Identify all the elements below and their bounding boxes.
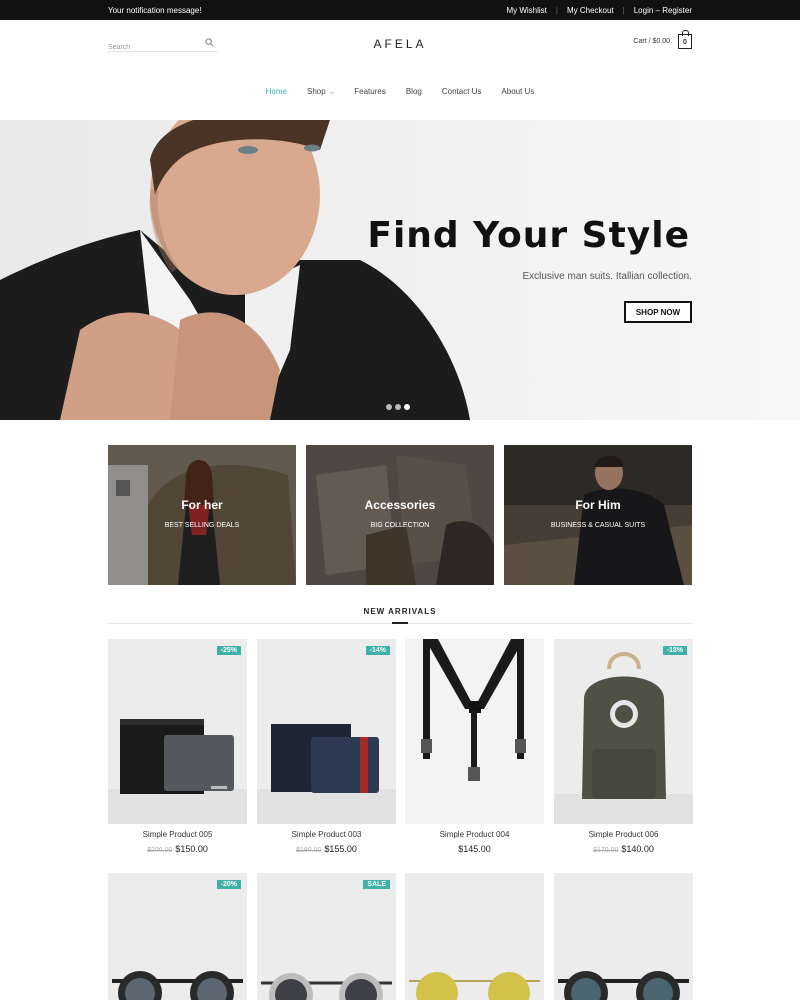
current-price: $150.00	[175, 844, 208, 854]
chevron-down-icon: ⌵	[329, 90, 335, 96]
slide-dot-1[interactable]	[386, 404, 392, 410]
current-price: $145.00	[458, 844, 491, 854]
product-image[interactable]: -20%	[108, 873, 247, 1000]
banner-title: For Him	[575, 498, 621, 512]
product-card[interactable]: Simple Product 004 $145.00	[405, 639, 544, 854]
hero-title: Find Your Style	[367, 215, 690, 256]
banner-subtitle: BIG COLLECTION	[370, 522, 430, 529]
sunglasses-image	[261, 973, 392, 1000]
old-price: $180.00	[296, 847, 322, 854]
sunglasses-image	[112, 971, 243, 1000]
product-card[interactable]: SALE	[257, 873, 396, 1000]
product-name[interactable]: Simple Product 005	[108, 830, 247, 839]
banner-image	[108, 445, 296, 585]
divider: |	[555, 6, 558, 15]
discount-badge: -20%	[216, 880, 241, 889]
product-image[interactable]: -18%	[554, 639, 693, 824]
nav-features[interactable]: Features	[354, 87, 386, 97]
sale-badge: SALE	[363, 880, 390, 889]
hero-subtitle: Exclusive man suits. Itallian collection…	[522, 271, 692, 282]
hero-slider: Find Your Style Exclusive man suits. Ita…	[0, 120, 800, 420]
product-price: $170.00 $140.00	[554, 844, 693, 854]
cart-count: 0	[683, 39, 687, 46]
top-bar: Your notification message! My Wishlist |…	[0, 0, 800, 20]
shop-now-button[interactable]: SHOP NOW	[624, 301, 692, 323]
banner-image	[306, 445, 494, 585]
product-image[interactable]: -14%	[257, 639, 396, 824]
cart-total[interactable]: Cart / $0.00	[633, 38, 670, 45]
sunglasses-image	[558, 971, 689, 1000]
sunglasses-image	[409, 972, 540, 1000]
product-image[interactable]: -25%	[108, 639, 247, 824]
product-price: $200.00 $150.00	[108, 844, 247, 854]
nav-shop[interactable]: Shop ⌵	[307, 87, 334, 97]
old-price: $170.00	[593, 847, 619, 854]
nav-blog[interactable]: Blog	[406, 87, 422, 97]
banner-title: Accessories	[364, 498, 436, 512]
product-image[interactable]	[554, 873, 693, 1000]
section-divider-accent	[392, 622, 408, 624]
product-image[interactable]	[405, 873, 544, 1000]
slide-dot-2[interactable]	[395, 404, 401, 410]
product-price: $180.00 $155.00	[257, 844, 396, 854]
wallet-image	[257, 724, 396, 824]
banner-for-him[interactable]: For Him BUSINESS & CASUAL SUITS	[504, 445, 692, 585]
nav-shop-label: Shop	[307, 87, 326, 96]
product-card[interactable]	[554, 873, 693, 1000]
main-nav: Home Shop ⌵ Features Blog Contact Us Abou…	[0, 87, 800, 97]
banner-image	[504, 445, 692, 585]
divider: |	[622, 6, 625, 15]
discount-badge: -25%	[216, 646, 241, 655]
product-name[interactable]: Simple Product 003	[257, 830, 396, 839]
banner-subtitle: BUSINESS & CASUAL SUITS	[550, 522, 646, 529]
nav-contact[interactable]: Contact Us	[442, 87, 482, 97]
product-image[interactable]	[405, 639, 544, 824]
account-links: My Wishlist | My Checkout | Login – Regi…	[506, 6, 692, 15]
product-card[interactable]: -20%	[108, 873, 247, 1000]
current-price: $155.00	[324, 844, 357, 854]
banner-accessories[interactable]: Accessories BIG COLLECTION	[306, 445, 494, 585]
product-price: $145.00	[405, 844, 544, 854]
backpack-image	[554, 652, 693, 824]
product-card[interactable]: -14% Simple Product 003 $180.00 $155.00	[257, 639, 396, 854]
nav-about[interactable]: About Us	[501, 87, 534, 97]
discount-badge: -18%	[662, 646, 687, 655]
cart-widget[interactable]: Cart / $0.00 0	[633, 30, 692, 49]
slide-dot-3[interactable]	[404, 404, 410, 410]
notification-message: Your notification message!	[108, 6, 202, 15]
banner-subtitle: BEST SELLING DEALS	[164, 522, 240, 529]
old-price: $200.00	[147, 847, 173, 854]
discount-badge: -14%	[365, 646, 390, 655]
cart-bag-icon[interactable]: 0	[678, 30, 692, 49]
login-register-link[interactable]: Login – Register	[634, 6, 692, 15]
suspenders-image	[421, 639, 526, 781]
banner-title: For her	[181, 498, 223, 512]
new-arrivals-heading: NEW ARRIVALS	[363, 607, 437, 616]
product-name[interactable]: Simple Product 006	[554, 830, 693, 839]
current-price: $140.00	[621, 844, 654, 854]
product-image[interactable]: SALE	[257, 873, 396, 1000]
hero-image	[0, 120, 470, 420]
checkout-link[interactable]: My Checkout	[567, 6, 614, 15]
product-card[interactable]: -18% Simple Product 006 $170.00 $140.00	[554, 639, 693, 854]
banner-for-her[interactable]: For her BEST SELLING DEALS	[108, 445, 296, 585]
wallet-image	[108, 719, 247, 824]
product-card[interactable]: -25% Simple Product 005 $200.00 $150.00	[108, 639, 247, 854]
slider-dots	[386, 404, 413, 410]
product-name[interactable]: Simple Product 004	[405, 830, 544, 839]
wishlist-link[interactable]: My Wishlist	[506, 6, 546, 15]
product-card[interactable]	[405, 873, 544, 1000]
nav-home[interactable]: Home	[266, 87, 287, 97]
